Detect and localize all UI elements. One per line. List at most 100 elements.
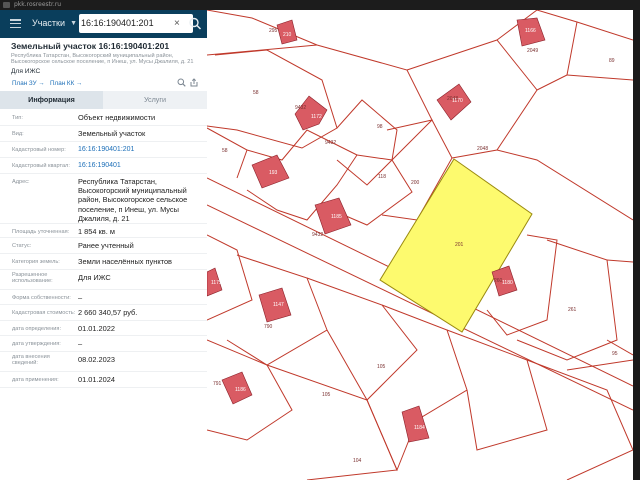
property-label-line: Форма собственности: — [12, 295, 71, 301]
property-row: Кадастровый квартал: 16:16:190401 — [0, 158, 207, 174]
parcel-label: 95 — [612, 351, 618, 357]
building-label: 1184 — [414, 425, 425, 431]
property-label: Адрес: — [12, 179, 30, 185]
browser-url: pkk.rosreestr.ru — [14, 1, 62, 8]
building-1172[interactable] — [294, 95, 328, 131]
property-row: Адрес: Республика Татарстан, Высокогорский… — [0, 174, 207, 224]
property-value[interactable]: 16:16:190401 — [78, 161, 204, 170]
parcel-label: 2048 — [477, 146, 488, 152]
tab-services[interactable]: Услуги — [103, 91, 207, 109]
property-value-line: – — [78, 339, 83, 348]
property-value-line: 1 854 кв. м — [78, 227, 115, 236]
property-value-line: поселение, п Инеш, ул. Мусы — [78, 204, 179, 214]
parcel-9432-a — [207, 49, 338, 149]
building-1184[interactable] — [401, 405, 430, 443]
property-label: Тип: — [12, 115, 23, 121]
building-label: 210 — [283, 32, 292, 38]
property-label-line: Адрес: — [12, 179, 30, 185]
parcel-105-a — [306, 277, 418, 401]
property-value-line: 01.01.2022 — [78, 324, 115, 333]
property-value-line: Ранее учтенный — [78, 241, 134, 250]
property-label-line: сведений: — [12, 360, 38, 367]
property-row: дата определения: 01.01.2022 — [0, 321, 207, 336]
property-value-line: – — [78, 293, 83, 302]
property-label-line: Площадь уточненная: — [12, 229, 70, 235]
tab-information[interactable]: Информация — [0, 91, 103, 109]
property-label-line: Тип: — [12, 115, 23, 121]
property-value-line: Земельный участок — [78, 129, 146, 138]
property-value[interactable]: 16:16:190401:201 — [78, 145, 204, 154]
parcel-89-south — [566, 74, 633, 81]
property-value: – — [78, 293, 204, 302]
property-row: дата утверждения: – — [0, 336, 207, 352]
favicon-icon — [3, 2, 10, 8]
card-address-line: Высокогорское сельское поселение, п Инеш… — [11, 59, 194, 66]
parcel-label: 9432 — [312, 232, 323, 238]
property-label: Форма собственности: — [12, 295, 71, 301]
parcel-104 — [366, 304, 468, 472]
property-value: Земельный участок — [78, 129, 204, 138]
parcel-261 — [516, 239, 618, 361]
property-label-line: Категория земель: — [12, 259, 60, 265]
property-value-line: район, Высокогорское сельское — [78, 195, 188, 205]
parcel-label: 295 — [269, 28, 278, 34]
search-bar: Участки ▼ 16:16:190401:201 × — [0, 10, 207, 38]
property-row: дата применения: 01.01.2024 — [0, 372, 207, 388]
property-label-line: Вид: — [12, 131, 24, 137]
building-label: 1170 — [452, 98, 463, 104]
property-label: Кадастровый номер: — [12, 147, 66, 153]
card-address: Республика Татарстан, Высокогорский муни… — [11, 53, 205, 65]
property-label-line: Статус: — [12, 243, 32, 249]
property-label: дата применения: — [12, 377, 59, 383]
share-icon[interactable] — [190, 78, 198, 87]
tab-bar: Информация Услуги — [0, 91, 207, 109]
parcel-label: 200 — [411, 180, 420, 186]
layer-select[interactable]: Участки ▼ — [27, 14, 79, 33]
parcel-label: 261 — [568, 307, 577, 313]
parcel-label: 104 — [353, 458, 362, 464]
map-canvas[interactable]: 2959432943258982002012048204820498911894… — [207, 10, 633, 480]
property-label: дата внесения сведений: — [12, 354, 50, 366]
parcel-105-b — [266, 364, 398, 480]
clear-icon[interactable]: × — [174, 14, 180, 33]
property-value: 01.01.2024 — [78, 375, 204, 384]
parcel-9432-b — [316, 44, 433, 131]
property-value-line: 16:16:190401 — [78, 162, 121, 169]
print-icon[interactable] — [177, 78, 186, 87]
property-label: Разрешенное использование: — [12, 272, 53, 284]
property-label-line: использование: — [12, 278, 53, 285]
property-label-line: Кадастровый номер: — [12, 147, 66, 153]
search-button[interactable] — [186, 14, 204, 33]
parcel-label: 201 — [455, 242, 464, 248]
parcel-295 — [207, 10, 318, 56]
parcel-label: 98 — [377, 124, 383, 130]
property-value-line: 08.02.2023 — [78, 355, 115, 364]
building-label: 1166 — [525, 28, 536, 34]
property-label: дата утверждения: — [12, 341, 61, 347]
property-value: 01.01.2022 — [78, 324, 204, 333]
property-value-line: Объект недвижимости — [78, 113, 156, 122]
menu-icon[interactable] — [10, 19, 21, 29]
property-row: Площадь уточненная: 1 854 кв. м — [0, 224, 207, 238]
plan-kk-link[interactable]: План КК → — [50, 80, 82, 87]
building-label: 1147 — [273, 302, 284, 308]
cadastral-map[interactable]: 295 9432 9432 58 98 200 201 2048 2048 2049 89 118 94… — [207, 10, 633, 480]
parcel-label: 58 — [253, 90, 259, 96]
parcel-label: 118 — [378, 174, 386, 180]
property-row: Форма собственности: – — [0, 290, 207, 305]
property-value-line: 16:16:190401:201 — [78, 146, 135, 153]
parcel-label: 791 — [213, 381, 222, 387]
browser-bar: pkk.rosreestr.ru — [0, 0, 640, 10]
building-label: 1172 — [311, 114, 322, 120]
property-row: Разрешенное использование: Для ИЖС — [0, 270, 207, 290]
property-label: Кадастровая стоимость: — [12, 310, 75, 316]
property-label: Категория земель: — [12, 259, 60, 265]
property-value-line: 01.01.2024 — [78, 375, 115, 384]
property-value: 1 854 кв. м — [78, 227, 204, 236]
plan-zu-link[interactable]: План ЗУ → — [12, 80, 45, 87]
property-value: 08.02.2023 — [78, 355, 204, 364]
parcel-89-edge — [576, 21, 633, 41]
parcel-label: 790 — [264, 324, 273, 330]
parcel-95-edge — [606, 259, 633, 263]
property-row: Тип: Объект недвижимости — [0, 110, 207, 126]
